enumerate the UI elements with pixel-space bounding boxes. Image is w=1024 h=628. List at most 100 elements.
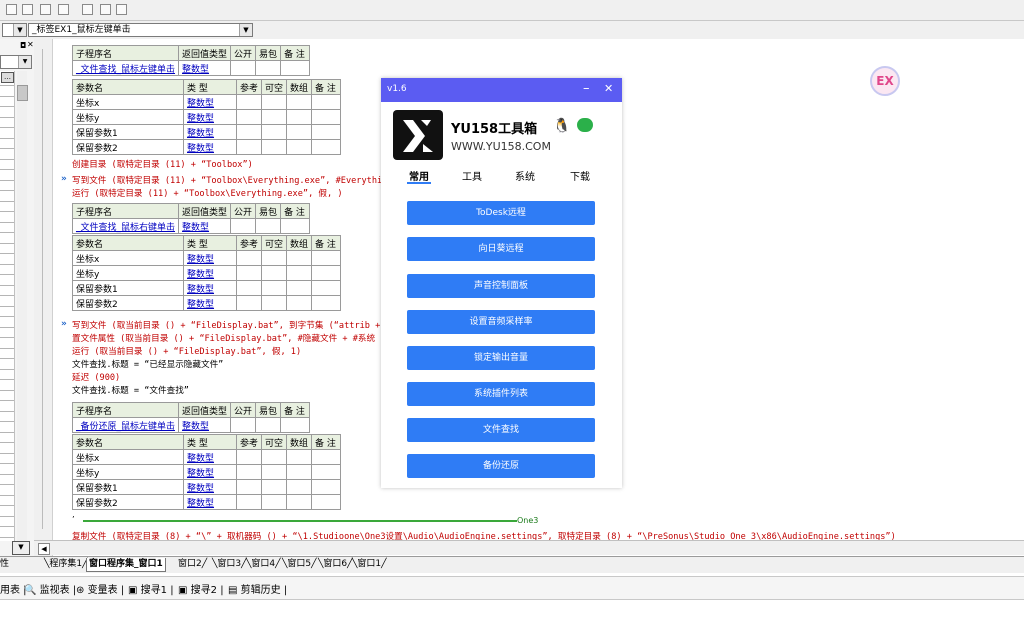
property-row[interactable] [0, 137, 14, 139]
code-line[interactable]: 运行 (取当前目录 () + “FileDisplay.bat”, 假, 1) [72, 345, 301, 357]
param-name[interactable]: 坐标y [72, 109, 184, 125]
code-line[interactable]: 置文件属性 (取当前目录 () + “FileDisplay.bat”, #隐藏… [72, 332, 375, 344]
property-row[interactable] [0, 379, 14, 380]
scroll-down-button[interactable]: ▼ [12, 541, 30, 555]
param-type[interactable]: 整数型 [183, 280, 237, 296]
property-row[interactable] [0, 442, 14, 443]
return-type[interactable]: 整数型 [178, 60, 232, 76]
ex-badge-icon[interactable]: EX [870, 66, 900, 96]
property-row[interactable] [0, 494, 14, 496]
tab-download[interactable]: 下载 [570, 168, 590, 183]
grid-icon[interactable] [116, 4, 127, 15]
param-name[interactable]: 保留参数1 [72, 280, 184, 296]
param-name[interactable]: 保留参数1 [72, 479, 184, 495]
property-row[interactable] [0, 421, 14, 422]
param-name[interactable]: 保留参数2 [72, 494, 184, 510]
property-row[interactable] [0, 200, 14, 202]
property-row[interactable] [0, 274, 14, 275]
property-row[interactable] [0, 263, 14, 265]
property-row[interactable] [0, 85, 14, 86]
return-type[interactable]: 整数型 [178, 417, 232, 433]
property-row[interactable] [0, 221, 14, 223]
property-row[interactable] [0, 116, 14, 118]
param-type[interactable]: 整数型 [183, 464, 237, 480]
code-line[interactable]: 延迟 (900) [72, 371, 120, 383]
sound-panel-button[interactable]: 声音控制面板 [407, 274, 595, 298]
property-row[interactable] [0, 158, 14, 160]
tab-program-set[interactable]: ╲程序集1╱ [44, 558, 88, 571]
sunflower-button[interactable]: 向日葵远程 [407, 237, 595, 261]
scroll-left-icon[interactable]: ◀ [38, 543, 50, 555]
minimize-button[interactable]: – [583, 81, 590, 96]
code-line[interactable]: 文件查找.标题 = “已经显示隐藏文件” [72, 358, 223, 370]
property-row[interactable] [0, 452, 14, 454]
tool-table[interactable]: 用表 | [0, 581, 27, 596]
pin-icon[interactable]: ◘ [20, 41, 26, 50]
param-type[interactable]: 整数型 [183, 265, 237, 281]
return-type[interactable]: 整数型 [178, 218, 232, 234]
sub-name[interactable]: _文件查找_鼠标左键单击 [71, 60, 180, 76]
horizontal-scrollbar[interactable]: ◀ [34, 540, 1024, 555]
align-bottom-icon[interactable] [40, 4, 51, 15]
tab-left-label[interactable]: 性 [0, 558, 9, 571]
tab-system[interactable]: 系统 [515, 168, 535, 183]
equal-width-icon[interactable] [58, 4, 69, 15]
property-row[interactable] [0, 127, 14, 128]
property-row[interactable] [0, 253, 14, 254]
property-row[interactable] [0, 106, 14, 107]
tab-window-program-set[interactable]: 窗口程序集_窗口1 [86, 558, 166, 572]
property-row[interactable] [0, 316, 14, 317]
property-row[interactable] [0, 284, 14, 286]
code-line[interactable]: 写到文件 (取当前目录 () + “FileDisplay.bat”, 到字节集… [72, 319, 380, 331]
property-row[interactable] [0, 305, 14, 307]
param-type[interactable]: 整数型 [183, 139, 237, 155]
param-name[interactable]: 保留参数2 [72, 295, 184, 311]
param-name[interactable]: 坐标x [72, 250, 184, 266]
property-row[interactable] [0, 148, 14, 149]
tool-search2[interactable]: ▣ 搜寻2 | [178, 581, 224, 596]
tab-common[interactable]: 常用 [409, 168, 429, 183]
close-button[interactable]: ✕ [604, 82, 613, 95]
align-top-icon[interactable] [6, 4, 17, 15]
scroll-thumb[interactable] [17, 85, 28, 101]
property-row[interactable] [0, 295, 14, 296]
sample-rate-button[interactable]: 设置音频采样率 [407, 310, 595, 334]
property-row[interactable] [0, 473, 14, 475]
param-type[interactable]: 整数型 [183, 449, 237, 465]
property-row[interactable] [0, 515, 14, 517]
param-name[interactable]: 保留参数2 [72, 139, 184, 155]
size-icon[interactable] [100, 4, 111, 15]
property-row[interactable] [0, 400, 14, 401]
app-url[interactable]: WWW.YU158.COM [451, 140, 551, 153]
param-type[interactable]: 整数型 [183, 250, 237, 266]
property-row[interactable] [0, 484, 14, 485]
property-row[interactable] [0, 95, 14, 97]
expand-arrow-icon[interactable]: » [61, 319, 67, 329]
qq-icon[interactable]: 🐧 [553, 118, 570, 134]
chevron-down-icon[interactable]: ▼ [239, 24, 252, 36]
property-row[interactable] [0, 211, 14, 212]
code-line[interactable]: 文件查找.标题 = “文件查找” [72, 384, 189, 396]
property-row[interactable] [0, 410, 14, 412]
param-type[interactable]: 整数型 [183, 94, 237, 110]
param-name[interactable]: 坐标y [72, 265, 184, 281]
param-name[interactable]: 坐标x [72, 94, 184, 110]
property-row[interactable] [0, 389, 14, 391]
equal-height-icon[interactable] [82, 4, 93, 15]
param-type[interactable]: 整数型 [183, 479, 237, 495]
code-line[interactable]: 写到文件 (取特定目录 (11) + “Toolbox\Everything.e… [72, 174, 393, 186]
sub-name[interactable]: _文件查找_鼠标右键单击 [71, 218, 180, 234]
tool-watch[interactable]: 🔍 监视表 | [24, 581, 76, 596]
code-line[interactable]: 创建目录 (取特定目录 (11) + “Toolbox”) [72, 158, 253, 170]
property-combo[interactable]: ▼ [0, 55, 32, 69]
code-line[interactable]: 运行 (取特定目录 (11) + “Toolbox\Everything.exe… [72, 187, 343, 199]
object-selector[interactable]: ▼ [2, 23, 27, 37]
property-row[interactable] [0, 190, 14, 191]
title-bar[interactable]: v1.6 – ✕ [381, 78, 622, 102]
sub-name[interactable]: _备份还原_鼠标左键单击 [71, 417, 180, 433]
tab-window2[interactable]: 窗口2╱ [178, 558, 207, 571]
param-name[interactable]: 坐标x [72, 449, 184, 465]
property-row[interactable] [0, 536, 14, 538]
chevron-down-icon[interactable]: ▼ [18, 56, 31, 68]
lock-volume-button[interactable]: 锁定输出音量 [407, 346, 595, 370]
